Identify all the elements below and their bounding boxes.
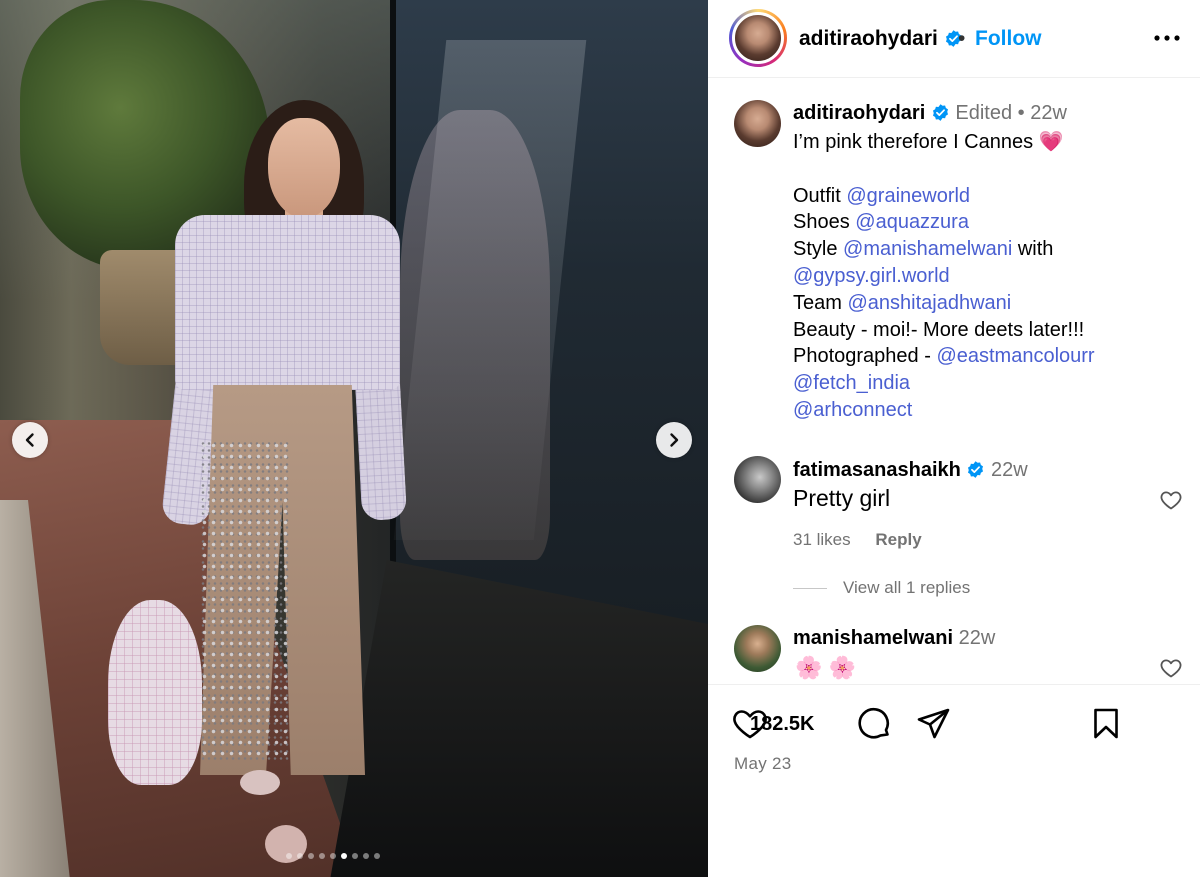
- like-comment-heart-icon[interactable]: [1159, 488, 1183, 512]
- post-header: aditiraohydari • Follow: [708, 0, 1200, 78]
- caption-username[interactable]: aditiraohydari: [793, 102, 925, 124]
- caption-line-suffix: with: [1012, 238, 1054, 261]
- caption-mention-link[interactable]: @eastmancolourr: [936, 345, 1094, 367]
- comment-age[interactable]: 22w: [991, 459, 1028, 481]
- caption-mention-link[interactable]: @arhconnect: [793, 399, 912, 421]
- caption-text: I’m pink therefore I Cannes 💗 Outfit @gr…: [793, 129, 1183, 424]
- caption-line: Photographed - @eastmancolourr: [793, 343, 1183, 370]
- photo-reflection: [400, 110, 550, 560]
- photo-subject-shoe: [240, 770, 280, 795]
- carousel-dot: [341, 853, 347, 859]
- comment-username[interactable]: fatimasanashaikh: [793, 459, 961, 481]
- bookmark-icon[interactable]: [1088, 706, 1124, 742]
- chevron-right-icon: [670, 433, 679, 447]
- carousel-dot: [297, 853, 303, 859]
- photo-embellishment: [200, 440, 290, 760]
- caption-mention-link[interactable]: @anshitajadhwani: [847, 292, 1011, 314]
- view-replies-label: View all 1 replies: [843, 578, 971, 597]
- author-avatar[interactable]: [729, 9, 787, 67]
- caption-line-label: Outfit: [793, 184, 847, 207]
- chevron-left-icon: [25, 433, 34, 447]
- post-date[interactable]: May 23: [734, 754, 792, 774]
- carousel-dot: [319, 853, 325, 859]
- carousel-dot: [352, 853, 358, 859]
- author-username[interactable]: aditiraohydari: [799, 27, 938, 50]
- photo-subject-face: [268, 118, 340, 218]
- replies-divider: [793, 587, 827, 589]
- carousel-dot: [308, 853, 314, 859]
- photo-subject-bag: [108, 600, 202, 785]
- photo-subject-shirt: [175, 215, 400, 390]
- caption-line-label: Beauty - moi!- More deets later!!!: [793, 318, 1085, 341]
- caption-mention-link[interactable]: @manishamelwani: [843, 238, 1012, 260]
- caption-line: @arhconnect: [793, 397, 1183, 424]
- comment-icon[interactable]: [856, 706, 892, 742]
- next-photo-button[interactable]: [656, 422, 692, 458]
- caption-line: @fetch_india: [793, 370, 1183, 397]
- commenter-avatar[interactable]: [734, 456, 781, 503]
- caption-line-label: Style: [793, 238, 844, 261]
- caption-mention-link[interactable]: @fetch_india: [793, 372, 910, 394]
- post-photo[interactable]: [0, 0, 708, 877]
- comment-header: fatimasanashaikh 22w: [793, 459, 1028, 482]
- follow-button[interactable]: Follow: [975, 27, 1042, 51]
- caption-author-avatar[interactable]: [734, 100, 781, 147]
- caption-header: aditiraohydari Edited • 22w: [793, 102, 1067, 125]
- verified-badge-icon: [968, 461, 984, 478]
- carousel-dot: [374, 853, 380, 859]
- comment-likes[interactable]: 31 likes: [793, 530, 851, 549]
- share-icon[interactable]: [916, 706, 952, 742]
- comment-text: Pretty girl: [793, 485, 891, 511]
- author-username-row: aditiraohydari: [799, 27, 963, 51]
- post-sidebar: aditiraohydari • Follow aditiraohydari E…: [708, 0, 1200, 877]
- previous-photo-button[interactable]: [12, 422, 48, 458]
- caption-mention-link[interactable]: @aquazzura: [855, 211, 969, 233]
- commenter-avatar[interactable]: [734, 625, 781, 672]
- caption-mention-link[interactable]: @graineworld: [846, 185, 970, 207]
- view-replies-button[interactable]: View all 1 replies: [793, 578, 970, 598]
- comment-age[interactable]: 22w: [959, 627, 996, 649]
- carousel-indicator: [286, 853, 380, 859]
- comment-header: manishamelwani 22w: [793, 627, 995, 650]
- caption-line-label: Photographed -: [793, 345, 937, 368]
- comment-text: 🌸 🌸: [795, 655, 856, 680]
- like-comment-heart-icon[interactable]: [1159, 656, 1183, 680]
- caption-line: Beauty - moi!- More deets later!!!: [793, 317, 1183, 344]
- edited-label: Edited: [955, 102, 1013, 124]
- caption-line: @gypsy.girl.world: [793, 263, 1183, 290]
- comments-section[interactable]: aditiraohydari Edited • 22w I’m pink the…: [708, 79, 1200, 684]
- comment-meta: 31 likes Reply: [793, 530, 942, 550]
- like-count[interactable]: 182.5K: [750, 713, 815, 736]
- carousel-dot: [286, 853, 292, 859]
- comment-username[interactable]: manishamelwani: [793, 627, 953, 649]
- more-options-icon[interactable]: [1152, 28, 1182, 48]
- post-actions: 182.5K May 23: [708, 684, 1200, 877]
- caption-line-label: Team: [793, 291, 848, 314]
- caption-separator: •: [1017, 102, 1025, 124]
- caption-first-line: I’m pink therefore I Cannes 💗: [793, 131, 1064, 153]
- caption-age[interactable]: 22w: [1030, 102, 1067, 124]
- caption-mention-link[interactable]: @gypsy.girl.world: [793, 265, 950, 287]
- header-separator: •: [958, 27, 966, 50]
- caption-line-label: Shoes: [793, 211, 856, 234]
- caption-line: Shoes @aquazzura: [793, 209, 1183, 236]
- carousel-dot: [330, 853, 336, 859]
- carousel-dot: [363, 853, 369, 859]
- caption-line: Team @anshitajadhwani: [793, 290, 1183, 317]
- caption-line: Outfit @graineworld: [793, 183, 1183, 210]
- caption-line: Style @manishamelwani with: [793, 236, 1183, 263]
- verified-badge-icon: [932, 104, 948, 121]
- reply-button[interactable]: Reply: [875, 530, 921, 549]
